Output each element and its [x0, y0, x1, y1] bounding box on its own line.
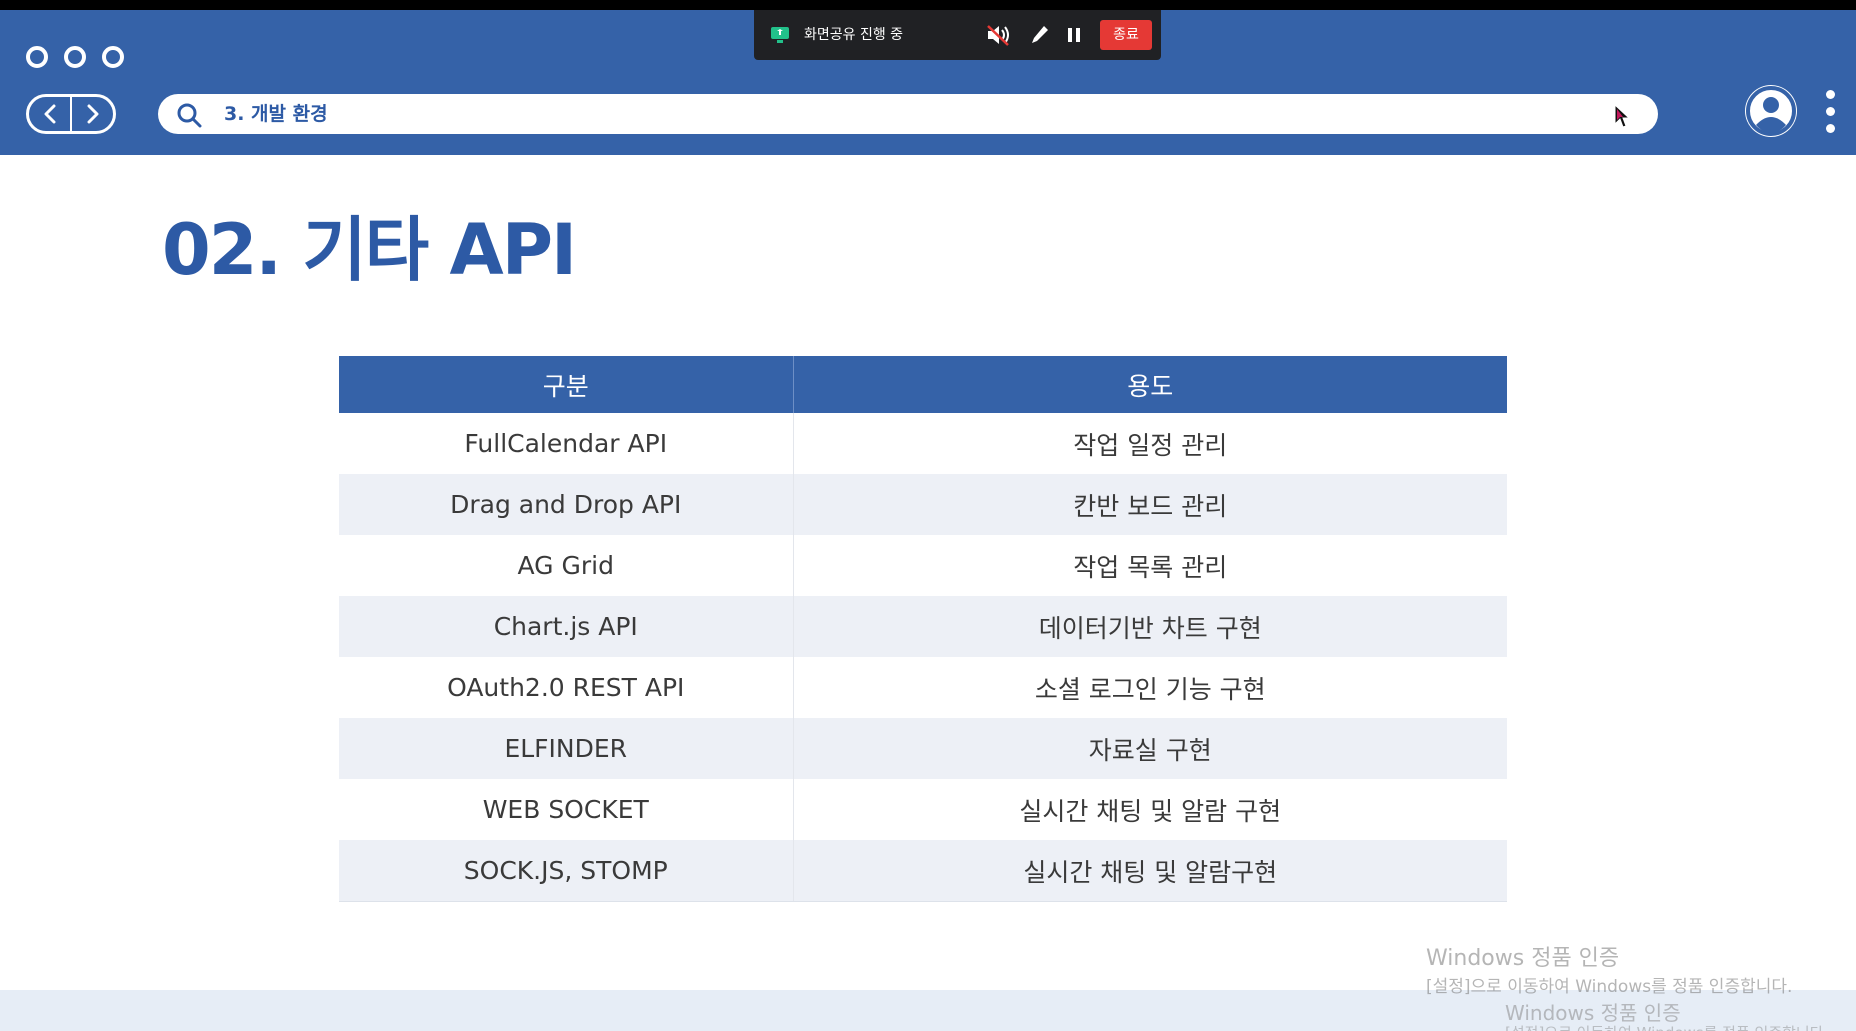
table-row: SOCK.JS, STOMP 실시간 채팅 및 알람구현: [339, 840, 1507, 902]
api-table: 구분 용도 FullCalendar API 작업 일정 관리 Drag and…: [339, 356, 1507, 902]
table-row: ELFINDER 자료실 구현: [339, 718, 1507, 779]
table-cell: FullCalendar API: [339, 413, 794, 474]
window-dot-icon: [102, 46, 124, 68]
window-dot-icon: [64, 46, 86, 68]
table-row: OAuth2.0 REST API 소셜 로그인 기능 구현: [339, 657, 1507, 718]
windows-activation-subtitle: [설정]으로 이동하여 Windows를 정품 인증합니다.: [1426, 977, 1793, 997]
table-cell: 데이터기반 차트 구현: [793, 596, 1507, 657]
table-cell: 실시간 채팅 및 알람 구현: [793, 779, 1507, 840]
screen-share-toolbar: 화면공유 진행 중 종료: [754, 10, 1161, 60]
table-cell: 자료실 구현: [793, 718, 1507, 779]
user-avatar-button[interactable]: [1745, 85, 1797, 137]
speaker-muted-icon[interactable]: [986, 24, 1012, 46]
page-title: 02. 기타 API: [162, 209, 577, 291]
table-row: WEB SOCKET 실시간 채팅 및 알람 구현: [339, 779, 1507, 840]
table-cell: OAuth2.0 REST API: [339, 657, 794, 718]
table-cell: AG Grid: [339, 535, 794, 596]
search-bar[interactable]: 3. 개발 환경: [158, 94, 1658, 134]
mouse-cursor-icon: [1614, 104, 1630, 128]
user-avatar-icon: [1746, 86, 1796, 136]
table-cell: 작업 목록 관리: [793, 535, 1507, 596]
table-cell: ELFINDER: [339, 718, 794, 779]
table-cell: Drag and Drop API: [339, 474, 794, 535]
forward-button[interactable]: [70, 97, 113, 131]
table-cell: 작업 일정 관리: [793, 413, 1507, 474]
search-text: 3. 개발 환경: [224, 103, 328, 125]
presentation-slide: 3. 개발 환경 02. 기타 API 구분 용도 FullCalendar A…: [0, 10, 1856, 1031]
table-row: Drag and Drop API 칸반 보드 관리: [339, 474, 1507, 535]
pause-icon[interactable]: [1066, 24, 1082, 46]
more-vertical-icon[interactable]: [1826, 90, 1835, 133]
table-cell: SOCK.JS, STOMP: [339, 840, 794, 902]
table-cell: 실시간 채팅 및 알람구현: [793, 840, 1507, 902]
table-row: Chart.js API 데이터기반 차트 구현: [339, 596, 1507, 657]
windows-activation-subtitle: [설정]으로 이동하여 Windows를 정품 인증합니다.: [1505, 1022, 1828, 1031]
navigation-buttons: [26, 94, 116, 134]
forward-arrow-icon: [87, 104, 98, 124]
back-arrow-icon: [44, 104, 55, 124]
screen: 3. 개발 환경 02. 기타 API 구분 용도 FullCalendar A…: [0, 0, 1856, 1031]
share-status-label: 화면공유 진행 중: [804, 27, 904, 43]
end-share-button[interactable]: 종료: [1100, 20, 1152, 50]
table-cell: 칸반 보드 관리: [793, 474, 1507, 535]
table-row: FullCalendar API 작업 일정 관리: [339, 413, 1507, 474]
pen-icon[interactable]: [1030, 24, 1050, 46]
search-icon: [177, 103, 202, 128]
table-header-row: 구분 용도: [339, 356, 1507, 413]
table-cell: WEB SOCKET: [339, 779, 794, 840]
table-cell: 소셜 로그인 기능 구현: [793, 657, 1507, 718]
table-cell: Chart.js API: [339, 596, 794, 657]
back-button[interactable]: [29, 97, 70, 131]
window-dot-icon: [26, 46, 48, 68]
windows-activation-title: Windows 정품 인증: [1426, 946, 1620, 971]
window-dots: [26, 46, 124, 68]
table-header: 용도: [793, 356, 1507, 413]
screen-share-icon: [771, 27, 789, 43]
table-row: AG Grid 작업 목록 관리: [339, 535, 1507, 596]
table-header: 구분: [339, 356, 794, 413]
